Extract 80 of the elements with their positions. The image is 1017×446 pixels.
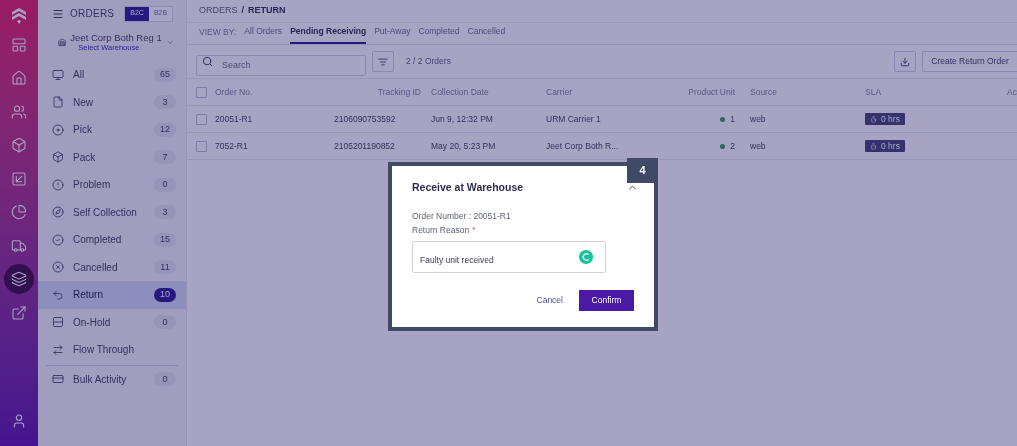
- check-circle-icon: [52, 233, 64, 246]
- count-badge: 65: [154, 67, 176, 82]
- count-badge: 3: [154, 205, 176, 220]
- reason-textarea[interactable]: Faulty unit received: [412, 241, 606, 274]
- swap-arrows-icon: [52, 343, 64, 356]
- table-cell-text: URM Carrier 1: [546, 112, 602, 126]
- cube-icon: [52, 151, 64, 164]
- return-arrow-icon: [52, 288, 64, 301]
- create-return-order-button[interactable]: Create Return Order: [922, 51, 1017, 72]
- column-header: Product Unit: [688, 85, 736, 99]
- count-badge: 7: [154, 150, 176, 165]
- column-header: Tracking ID: [377, 85, 422, 99]
- table-cell-text: 2106090753592: [333, 112, 397, 126]
- select-all-checkbox[interactable]: [196, 86, 207, 98]
- view-tab[interactable]: All Orders: [244, 25, 283, 44]
- view-by-label: VIEW BY:: [199, 26, 237, 40]
- row-checkbox[interactable]: [196, 140, 207, 152]
- layers-icon[interactable]: [4, 264, 34, 294]
- table-cell-text: Jeet Corp Both R...: [546, 139, 620, 153]
- disc-icon: [52, 123, 64, 136]
- filter-button[interactable]: [372, 51, 394, 72]
- table-cell-text: 7052-R1: [215, 139, 249, 153]
- sla-badge: 0 hrs: [865, 140, 905, 152]
- order-count: 2 / 2 Orders: [406, 55, 451, 68]
- grammar-assistant-icon[interactable]: [579, 250, 593, 265]
- logo-icon[interactable]: [9, 6, 29, 26]
- column-header: Ac: [1007, 85, 1017, 99]
- compass-icon: [52, 206, 64, 219]
- confirm-button[interactable]: Confirm: [579, 290, 634, 312]
- count-badge: 11: [154, 260, 176, 275]
- filter-icon: [378, 56, 388, 67]
- count-badge: 0: [154, 177, 176, 192]
- column-header: Source: [749, 85, 778, 99]
- x-circle-icon: [52, 261, 64, 274]
- warehouse-icon: [58, 37, 67, 47]
- sidebar-title: ORDERS: [70, 7, 115, 21]
- field-label: Return Reason: [412, 223, 470, 237]
- cancel-button[interactable]: Cancel: [536, 294, 563, 308]
- column-header: Order No.: [215, 85, 254, 99]
- card-icon: [52, 373, 64, 386]
- table-cell-text: Jun 9, 12:32 PM: [431, 112, 494, 126]
- sidebar-item[interactable]: Return 10: [38, 281, 186, 309]
- order-number-text: Order Number : 20051-R1: [412, 209, 512, 223]
- view-tab[interactable]: Put-Away: [374, 25, 411, 44]
- menu-icon[interactable]: [52, 7, 64, 20]
- monitor-icon: [52, 68, 64, 81]
- count-badge: 12: [154, 122, 176, 137]
- row-checkbox[interactable]: [196, 113, 207, 125]
- count-badge: 0: [154, 315, 176, 330]
- table-cell: 1: [730, 112, 735, 126]
- count-badge: 3: [154, 95, 176, 110]
- breadcrumb-item: RETURN: [248, 4, 286, 18]
- view-tab[interactable]: Pending Receiving: [290, 25, 367, 44]
- table-cell-text: web: [749, 112, 767, 126]
- search-field[interactable]: Search: [196, 54, 366, 76]
- column-header: SLA: [865, 85, 883, 99]
- download-button[interactable]: [894, 51, 916, 72]
- count-badge: 15: [154, 232, 176, 247]
- breadcrumb-separator: /: [241, 4, 245, 18]
- required-mark: *: [472, 223, 476, 236]
- search-icon: [202, 56, 213, 67]
- table-cell-text: 2105201190852: [333, 139, 396, 153]
- view-tab[interactable]: Completed: [418, 25, 460, 44]
- column-header: Collection Date: [431, 85, 490, 99]
- step-badge: 4: [627, 158, 658, 183]
- alert-icon: [52, 178, 64, 191]
- table-cell-text: May 20, 5:23 PM: [431, 139, 497, 153]
- table-cell-text: web: [749, 139, 767, 153]
- view-tab[interactable]: Cancelled: [467, 25, 506, 44]
- file-icon: [52, 96, 64, 109]
- table-cell-text: 20051-R1: [215, 112, 254, 126]
- breadcrumb-item[interactable]: ORDERS: [199, 4, 238, 18]
- rows-icon: [52, 316, 64, 329]
- dialog-title: Receive at Warehouse: [412, 180, 524, 195]
- count-badge: 0: [154, 372, 176, 387]
- table-cell: 2: [730, 139, 735, 153]
- count-badge: 10: [154, 287, 176, 302]
- sla-badge: 0 hrs: [865, 113, 905, 125]
- download-icon: [900, 56, 910, 67]
- column-header: Carrier: [546, 85, 573, 99]
